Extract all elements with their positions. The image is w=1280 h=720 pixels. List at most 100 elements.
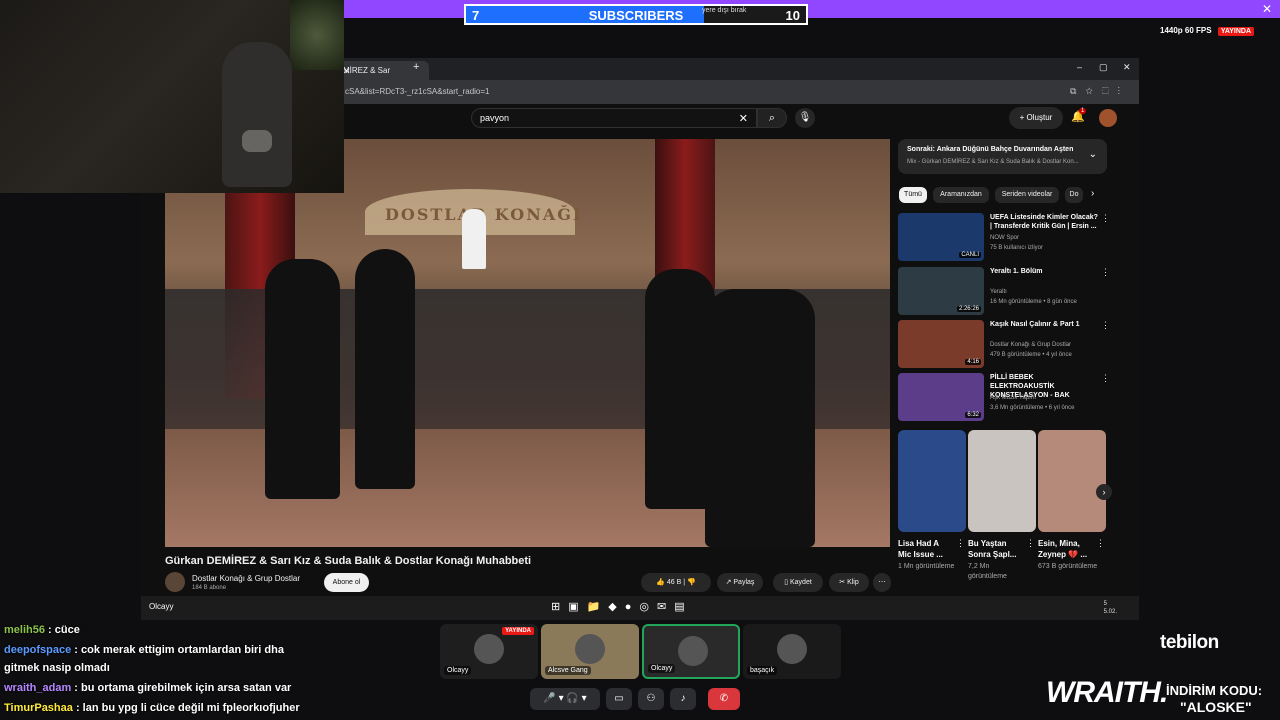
tebilon-logo: tebilon — [1160, 632, 1219, 653]
next-up-title: Sonraki: Ankara Düğünü Bahçe Duvarından … — [907, 146, 1074, 153]
screen-share-control[interactable]: ▭ — [606, 688, 632, 710]
more-options-icon[interactable]: ⋮ — [1101, 267, 1110, 278]
voice-participant-tile[interactable]: YAYINDA Olcayy — [440, 624, 538, 679]
recommendation-thumbnail[interactable]: CANLI — [898, 213, 984, 261]
create-button[interactable]: + Oluştur — [1009, 107, 1063, 129]
like-count: 46 B — [666, 579, 682, 586]
voice-participant-tile[interactable]: başaçık — [743, 624, 841, 679]
activity-control[interactable]: ⚇ — [638, 688, 664, 710]
more-options-icon[interactable]: ⋮ — [1101, 373, 1110, 384]
channel-name[interactable]: Dostlar Konağı & Grup Dostlar — [192, 574, 300, 583]
channel-avatar[interactable] — [165, 572, 185, 592]
recommendation-channel[interactable]: Aşk Müzik Yapım — [990, 395, 1036, 401]
webcam-plant — [290, 0, 344, 70]
channel-subscribers: 184 B abone — [192, 585, 227, 591]
more-options-icon[interactable]: ⋮ — [956, 538, 965, 549]
chat-text: : cüce — [44, 624, 80, 636]
video-figure-statue — [462, 209, 486, 269]
more-options-icon[interactable]: ⋮ — [1026, 538, 1035, 549]
recommendation-meta: 16 Mn görüntüleme • 8 gün önce — [990, 299, 1077, 305]
recommendation-duration: 2:26:26 — [956, 306, 981, 312]
participant-avatar — [678, 636, 708, 666]
save-label: Kaydet — [790, 579, 812, 586]
chevron-down-icon[interactable]: ⌄ — [1089, 149, 1097, 160]
recommendation-thumbnail[interactable]: 4:16 — [898, 320, 984, 368]
search-box[interactable]: pavyon ✕ — [471, 108, 757, 128]
recommendation-meta: 479 B görüntüleme • 4 yıl önce — [990, 352, 1072, 358]
search-input[interactable]: pavyon — [480, 113, 509, 123]
more-options-icon[interactable]: ⋮ — [1101, 320, 1110, 331]
recommendation-title[interactable]: Kaşık Nasıl Çalınır & Part 1 — [990, 320, 1100, 329]
chip-from-search[interactable]: Aramanızdan — [933, 187, 989, 203]
recommendation-title[interactable]: Yeraltı 1. Bölüm — [990, 267, 1100, 276]
maximize-button[interactable]: ▢ — [1099, 62, 1108, 73]
recommendation-thumbnail[interactable]: 6:32 — [898, 373, 984, 421]
url-text[interactable]: cSA&list=RDcT3-_rz1cSA&start_radio=1 — [345, 87, 490, 96]
video-player[interactable]: DOSTLAR KONAĞI — [165, 139, 890, 547]
chat-username[interactable]: deepofspace — [4, 644, 71, 656]
taskbar-app-icons[interactable]: ⊞▣📁◆●◎✉▤ — [551, 600, 693, 613]
chevron-right-icon[interactable]: › — [1091, 188, 1094, 199]
subscriber-goal-target: 10 — [785, 8, 800, 23]
chat-message: wraith_adam : bu ortama girebilmek için … — [4, 679, 291, 697]
soundboard-control[interactable]: ♪ — [670, 688, 696, 710]
avatar[interactable] — [1099, 109, 1117, 127]
chip-all[interactable]: Tümü — [899, 187, 927, 203]
participant-name: Olcayy — [444, 666, 472, 675]
microphone-icon[interactable]: 🎙 — [795, 108, 815, 128]
chip-more[interactable]: Do — [1065, 187, 1083, 203]
chat-text: : lan bu ypg li cüce değil mi fpleorkıof… — [72, 702, 300, 714]
short-views: 7,2 Mn görüntüleme — [968, 563, 1007, 580]
recommendation-channel[interactable]: Dostlar Konağı & Grup Dostlar — [990, 342, 1071, 348]
recommendation-title[interactable]: UEFA Listesinde Kimler Olacak? | Transfe… — [990, 213, 1100, 231]
voice-participant-tile[interactable]: Olcayy — [642, 624, 740, 679]
recommendation-thumbnail[interactable]: 2:26:26 — [898, 267, 984, 315]
clip-button[interactable]: ✂ Klip — [829, 573, 869, 592]
taskbar-clock: 5 5.02. — [1103, 601, 1117, 615]
short-title[interactable]: Lisa Had A Mic Issue ... — [898, 538, 954, 560]
tab-close-icon[interactable]: ✕ — [343, 66, 423, 77]
subscribe-button[interactable]: Abone ol — [324, 573, 369, 592]
promo-label: İNDİRİM KODU: — [1166, 683, 1263, 698]
chip-series[interactable]: Seriden videolar — [995, 187, 1059, 203]
close-icon[interactable]: ✕ — [1262, 2, 1272, 16]
chat-username[interactable]: wraith_adam — [4, 682, 71, 694]
short-views: 673 B görüntüleme — [1038, 563, 1098, 570]
minimize-button[interactable]: – — [1077, 62, 1082, 72]
chat-username[interactable]: melih56 — [4, 624, 45, 636]
more-options-icon[interactable]: ⋮ — [1096, 538, 1105, 549]
save-button[interactable]: ▯ Kaydet — [773, 573, 823, 592]
video-dancer — [705, 289, 815, 547]
recommendation-channel[interactable]: NOW Spor — [990, 235, 1019, 241]
share-label: Paylaş — [733, 579, 755, 586]
stream-quality: 1440p 60 FPS YAYINDA — [1160, 26, 1255, 36]
notification-badge: 1 — [1079, 108, 1087, 114]
more-actions-icon[interactable]: ⋯ — [873, 573, 891, 592]
share-button[interactable]: ↗ Paylaş — [717, 573, 763, 592]
clear-search-icon[interactable]: ✕ — [739, 112, 748, 125]
recommendation-channel[interactable]: Yeraltı — [990, 289, 1007, 295]
mic-control[interactable]: 🎤 ▾ 🎧 ▾ — [530, 688, 600, 710]
short-title[interactable]: Esin, Mina, Zeynep 💔 ... — [1038, 538, 1094, 560]
disconnect-button[interactable]: ✆ — [708, 688, 740, 710]
promo-code: "ALOSKE" — [1180, 699, 1252, 715]
participant-avatar — [575, 634, 605, 664]
like-dislike-button[interactable]: 👍 46 B | 👎 — [641, 573, 711, 592]
next-up-panel[interactable]: Sonraki: Ankara Düğünü Bahçe Duvarından … — [898, 139, 1107, 174]
participant-name: başaçık — [747, 666, 778, 675]
window-close-button[interactable]: ✕ — [1123, 62, 1131, 73]
more-options-icon[interactable]: ⋮ — [1101, 213, 1110, 224]
shorts-next-icon[interactable]: › — [1096, 484, 1112, 500]
short-thumbnail[interactable] — [1038, 430, 1106, 532]
browser-toolbar-icons[interactable]: ⧉☆⬚⋮ — [1070, 86, 1129, 97]
next-up-subtitle: Mix - Gürkan DEMİREZ & Sarı Kız & Suda B… — [907, 159, 1079, 165]
webcam-gaming-chair — [222, 42, 292, 187]
search-icon[interactable]: ⌕ — [757, 108, 787, 128]
chat-username[interactable]: TimurPashaa — [4, 702, 73, 714]
short-thumbnail[interactable] — [968, 430, 1036, 532]
live-badge: YAYINDA — [1217, 27, 1255, 36]
short-title[interactable]: Bu Yaştan Sonra Şapl... — [968, 538, 1024, 560]
voice-participant-tile[interactable]: Alcsve Gang — [541, 624, 639, 679]
new-tab-icon[interactable]: + — [413, 61, 419, 73]
short-thumbnail[interactable] — [898, 430, 966, 532]
